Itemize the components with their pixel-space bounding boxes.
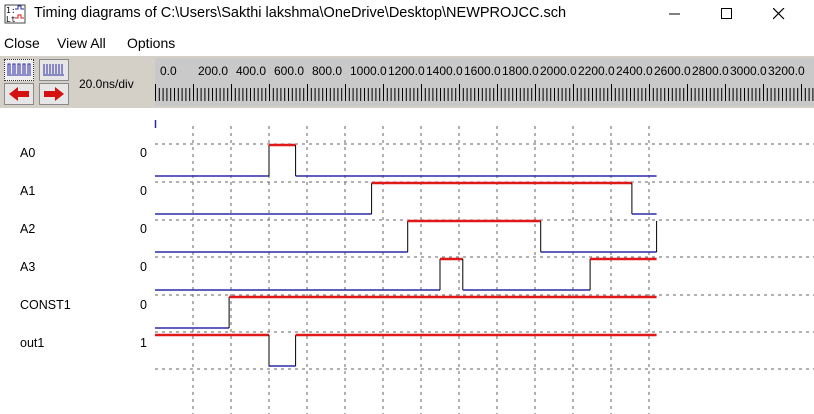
zoom-out-icon	[43, 64, 64, 76]
waveform-const1	[155, 295, 657, 329]
ruler-label: 1800.0	[502, 64, 539, 78]
ruler-label: 1200.0	[388, 64, 425, 78]
minimize-icon	[669, 13, 680, 15]
svg-text:1:: 1:	[6, 6, 16, 15]
waveform-out1	[155, 333, 657, 367]
ruler-label: 400.0	[236, 64, 266, 78]
zoom-in-icon	[7, 63, 31, 76]
timing-app-icon: 1: Lt	[4, 4, 26, 24]
signal-name-a0: A0	[20, 146, 36, 160]
waveform-a3	[155, 257, 657, 291]
waveform-area[interactable]: A0 0 A1 0 A2 0 A3 0 CONST1 0 out1 1	[0, 108, 814, 414]
ruler-label: 0.0	[160, 64, 177, 78]
signal-value-a0: 0	[140, 146, 147, 160]
signal-name-out1: out1	[20, 336, 45, 350]
ruler-label: 3000.0	[730, 64, 767, 78]
maximize-icon	[721, 8, 732, 19]
minimize-button[interactable]	[652, 0, 698, 28]
scroll-left-icon	[9, 87, 29, 101]
window-title: Timing diagrams of C:\Users\Sakthi laksh…	[34, 5, 567, 21]
zoom-in-button[interactable]	[4, 59, 34, 81]
close-icon	[773, 8, 785, 20]
menu-bar: Close View All Options	[0, 34, 814, 54]
menu-options[interactable]: Options	[127, 35, 175, 51]
close-button[interactable]	[756, 0, 802, 28]
maximize-button[interactable]	[704, 0, 750, 28]
svg-text:Lt: Lt	[6, 15, 16, 24]
ruler-label: 2400.0	[616, 64, 653, 78]
signal-value-a1: 0	[140, 184, 147, 198]
signal-value-out1: 1	[140, 336, 147, 350]
signal-name-a2: A2	[20, 222, 36, 236]
signal-name-const1: CONST1	[20, 298, 71, 312]
scroll-left-button[interactable]	[4, 83, 34, 105]
title-bar: 1: Lt Timing diagrams of C:\Users\Sakthi…	[0, 0, 814, 28]
menu-close[interactable]: Close	[4, 35, 40, 51]
ruler-label: 200.0	[198, 64, 228, 78]
ruler-label: 1600.0	[464, 64, 501, 78]
ruler-label: 2600.0	[654, 64, 691, 78]
signal-name-a3: A3	[20, 260, 36, 274]
ruler-label: 2800.0	[692, 64, 729, 78]
zoom-out-button[interactable]	[39, 59, 69, 81]
ruler-label: 1000.0	[350, 64, 387, 78]
waveform-a0	[155, 143, 657, 177]
ruler-label: 2200.0	[578, 64, 615, 78]
ruler-label: 1400.0	[426, 64, 463, 78]
signal-value-const1: 0	[140, 298, 147, 312]
ruler-label: 800.0	[312, 64, 342, 78]
menu-view-all[interactable]: View All	[57, 35, 106, 51]
waveform-a2	[155, 219, 658, 253]
time-ruler[interactable]: 0.0 200.0 400.0 600.0 800.0 1000.0 1200.0 1400.…	[155, 58, 814, 106]
scroll-right-icon	[44, 87, 64, 101]
ruler-label: 2000.0	[540, 64, 577, 78]
waveform-a1	[155, 181, 657, 215]
signal-name-a1: A1	[20, 184, 36, 198]
ruler-label: 3200.0	[768, 64, 805, 78]
scroll-right-button[interactable]	[39, 83, 69, 105]
ruler-label: 600.0	[274, 64, 304, 78]
signal-value-a3: 0	[140, 260, 147, 274]
signal-value-a2: 0	[140, 222, 147, 236]
time-scale-label: 20.0ns/div	[79, 77, 134, 91]
